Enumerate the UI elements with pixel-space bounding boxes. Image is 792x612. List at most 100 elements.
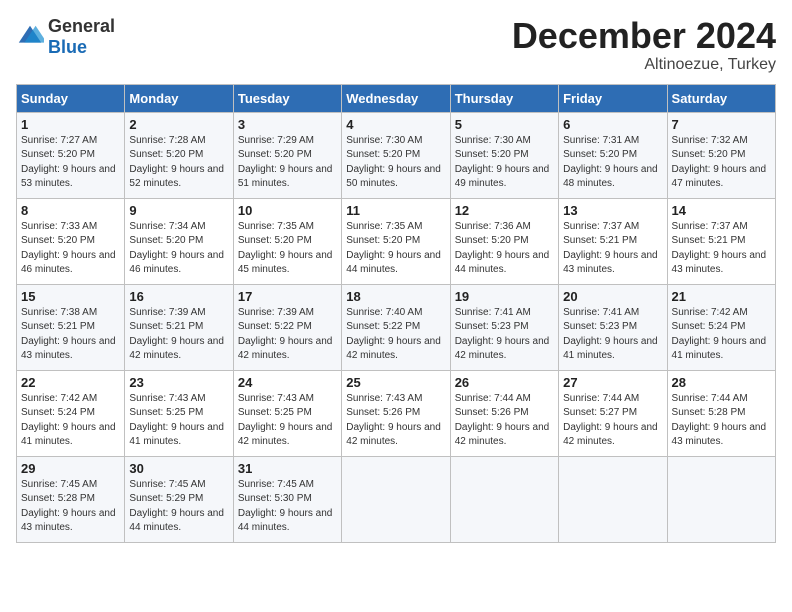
day-number: 16: [129, 289, 228, 304]
weekday-header-friday: Friday: [559, 84, 667, 112]
calendar-cell: 26Sunrise: 7:44 AMSunset: 5:26 PMDayligh…: [450, 370, 558, 456]
day-number: 14: [672, 203, 771, 218]
day-detail: Sunrise: 7:35 AMSunset: 5:20 PMDaylight:…: [238, 220, 337, 278]
day-number: 30: [129, 461, 228, 476]
calendar-cell: 8 Sunrise: 7:33 AMSunset: 5:20 PMDaylight…: [17, 198, 125, 284]
weekday-header-sunday: Sunday: [17, 84, 125, 112]
calendar-cell: 30Sunrise: 7:45 AMSunset: 5:29 PMDayligh…: [125, 456, 233, 542]
calendar-cell: 13 Sunrise: 7:37 AMSunset: 5:21 PMDayligh…: [559, 198, 667, 284]
day-detail: Sunrise: 7:35 AMSunset: 5:20 PMDaylight:…: [346, 220, 445, 278]
calendar-cell: [450, 456, 558, 542]
day-number: 28: [672, 375, 771, 390]
day-detail: Sunrise: 7:37 AMSunset: 5:21 PMDaylight:…: [672, 220, 771, 278]
day-number: 25: [346, 375, 445, 390]
weekday-header-tuesday: Tuesday: [233, 84, 341, 112]
day-detail: Sunrise: 7:29 AMSunset: 5:20 PMDaylight:…: [238, 134, 337, 192]
calendar-cell: 27 Sunrise: 7:44 AMSunset: 5:27 PMDayligh…: [559, 370, 667, 456]
calendar-cell: 18 Sunrise: 7:40 AMSunset: 5:22 PMDayligh…: [342, 284, 450, 370]
day-number: 8: [21, 203, 120, 218]
day-number: 27: [563, 375, 662, 390]
calendar-cell: 11 Sunrise: 7:35 AMSunset: 5:20 PMDayligh…: [342, 198, 450, 284]
day-detail: Sunrise: 7:27 AMSunset: 5:20 PMDaylight:…: [21, 134, 120, 192]
day-detail: Sunrise: 7:43 AMSunset: 5:25 PMDaylight:…: [238, 392, 337, 450]
day-detail: Sunrise: 7:45 AMSunset: 5:28 PMDaylight:…: [21, 478, 120, 536]
day-number: 3: [238, 117, 337, 132]
day-detail: Sunrise: 7:30 AMSunset: 5:20 PMDaylight:…: [346, 134, 445, 192]
day-number: 23: [129, 375, 228, 390]
calendar-cell: 7 Sunrise: 7:32 AMSunset: 5:20 PMDaylight…: [667, 112, 775, 198]
day-detail: Sunrise: 7:34 AMSunset: 5:20 PMDaylight:…: [129, 220, 228, 278]
month-title: December 2024: [512, 16, 776, 56]
calendar-table: SundayMondayTuesdayWednesdayThursdayFrid…: [16, 84, 776, 543]
calendar-cell: 4Sunrise: 7:30 AMSunset: 5:20 PMDaylight…: [342, 112, 450, 198]
logo-blue: Blue: [48, 37, 87, 57]
day-detail: Sunrise: 7:39 AMSunset: 5:21 PMDaylight:…: [129, 306, 228, 364]
day-number: 1: [21, 117, 120, 132]
calendar-cell: 1 Sunrise: 7:27 AMSunset: 5:20 PMDaylight…: [17, 112, 125, 198]
calendar-cell: [342, 456, 450, 542]
day-number: 29: [21, 461, 120, 476]
calendar-cell: 12 Sunrise: 7:36 AMSunset: 5:20 PMDayligh…: [450, 198, 558, 284]
calendar-cell: 20 Sunrise: 7:41 AMSunset: 5:23 PMDayligh…: [559, 284, 667, 370]
day-detail: Sunrise: 7:43 AMSunset: 5:26 PMDaylight:…: [346, 392, 445, 450]
day-number: 12: [455, 203, 554, 218]
day-number: 15: [21, 289, 120, 304]
day-number: 7: [672, 117, 771, 132]
day-detail: Sunrise: 7:28 AMSunset: 5:20 PMDaylight:…: [129, 134, 228, 192]
logo-general: General: [48, 16, 115, 36]
day-number: 17: [238, 289, 337, 304]
day-detail: Sunrise: 7:40 AMSunset: 5:22 PMDaylight:…: [346, 306, 445, 364]
calendar-cell: [559, 456, 667, 542]
logo: General Blue: [16, 16, 115, 58]
location-title: Altinoezue, Turkey: [512, 56, 776, 74]
day-detail: Sunrise: 7:43 AMSunset: 5:25 PMDaylight:…: [129, 392, 228, 450]
day-detail: Sunrise: 7:33 AMSunset: 5:20 PMDaylight:…: [21, 220, 120, 278]
calendar-cell: 22Sunrise: 7:42 AMSunset: 5:24 PMDayligh…: [17, 370, 125, 456]
weekday-header-thursday: Thursday: [450, 84, 558, 112]
day-detail: Sunrise: 7:36 AMSunset: 5:20 PMDaylight:…: [455, 220, 554, 278]
day-number: 20: [563, 289, 662, 304]
calendar-cell: 17 Sunrise: 7:39 AMSunset: 5:22 PMDayligh…: [233, 284, 341, 370]
day-detail: Sunrise: 7:41 AMSunset: 5:23 PMDaylight:…: [455, 306, 554, 364]
weekday-header-monday: Monday: [125, 84, 233, 112]
day-detail: Sunrise: 7:44 AMSunset: 5:27 PMDaylight:…: [563, 392, 662, 450]
day-detail: Sunrise: 7:44 AMSunset: 5:26 PMDaylight:…: [455, 392, 554, 450]
header: General Blue December 2024 Altinoezue, T…: [16, 16, 776, 74]
calendar-cell: 9 Sunrise: 7:34 AMSunset: 5:20 PMDaylight…: [125, 198, 233, 284]
day-detail: Sunrise: 7:45 AMSunset: 5:30 PMDaylight:…: [238, 478, 337, 536]
day-detail: Sunrise: 7:42 AMSunset: 5:24 PMDaylight:…: [672, 306, 771, 364]
day-number: 13: [563, 203, 662, 218]
logo-icon: [16, 23, 44, 51]
calendar-cell: 28 Sunrise: 7:44 AMSunset: 5:28 PMDayligh…: [667, 370, 775, 456]
calendar-cell: 10 Sunrise: 7:35 AMSunset: 5:20 PMDayligh…: [233, 198, 341, 284]
calendar-cell: 25 Sunrise: 7:43 AMSunset: 5:26 PMDayligh…: [342, 370, 450, 456]
day-number: 11: [346, 203, 445, 218]
calendar-cell: 23 Sunrise: 7:43 AMSunset: 5:25 PMDayligh…: [125, 370, 233, 456]
day-number: 10: [238, 203, 337, 218]
calendar-cell: 16 Sunrise: 7:39 AMSunset: 5:21 PMDayligh…: [125, 284, 233, 370]
calendar-cell: 5 Sunrise: 7:30 AMSunset: 5:20 PMDaylight…: [450, 112, 558, 198]
calendar-cell: 2 Sunrise: 7:28 AMSunset: 5:20 PMDaylight…: [125, 112, 233, 198]
day-number: 9: [129, 203, 228, 218]
calendar-cell: 15 Sunrise: 7:38 AMSunset: 5:21 PMDayligh…: [17, 284, 125, 370]
day-detail: Sunrise: 7:41 AMSunset: 5:23 PMDaylight:…: [563, 306, 662, 364]
title-section: December 2024 Altinoezue, Turkey: [512, 16, 776, 74]
day-detail: Sunrise: 7:42 AMSunset: 5:24 PMDaylight:…: [21, 392, 120, 450]
day-detail: Sunrise: 7:31 AMSunset: 5:20 PMDaylight:…: [563, 134, 662, 192]
weekday-header-saturday: Saturday: [667, 84, 775, 112]
day-detail: Sunrise: 7:32 AMSunset: 5:20 PMDaylight:…: [672, 134, 771, 192]
day-detail: Sunrise: 7:30 AMSunset: 5:20 PMDaylight:…: [455, 134, 554, 192]
day-detail: Sunrise: 7:39 AMSunset: 5:22 PMDaylight:…: [238, 306, 337, 364]
calendar-cell: 21 Sunrise: 7:42 AMSunset: 5:24 PMDayligh…: [667, 284, 775, 370]
day-detail: Sunrise: 7:37 AMSunset: 5:21 PMDaylight:…: [563, 220, 662, 278]
day-detail: Sunrise: 7:44 AMSunset: 5:28 PMDaylight:…: [672, 392, 771, 450]
calendar-cell: 19Sunrise: 7:41 AMSunset: 5:23 PMDayligh…: [450, 284, 558, 370]
calendar-cell: 29 Sunrise: 7:45 AMSunset: 5:28 PMDayligh…: [17, 456, 125, 542]
day-number: 5: [455, 117, 554, 132]
weekday-header-wednesday: Wednesday: [342, 84, 450, 112]
day-number: 18: [346, 289, 445, 304]
day-detail: Sunrise: 7:38 AMSunset: 5:21 PMDaylight:…: [21, 306, 120, 364]
day-number: 2: [129, 117, 228, 132]
day-number: 21: [672, 289, 771, 304]
day-number: 24: [238, 375, 337, 390]
